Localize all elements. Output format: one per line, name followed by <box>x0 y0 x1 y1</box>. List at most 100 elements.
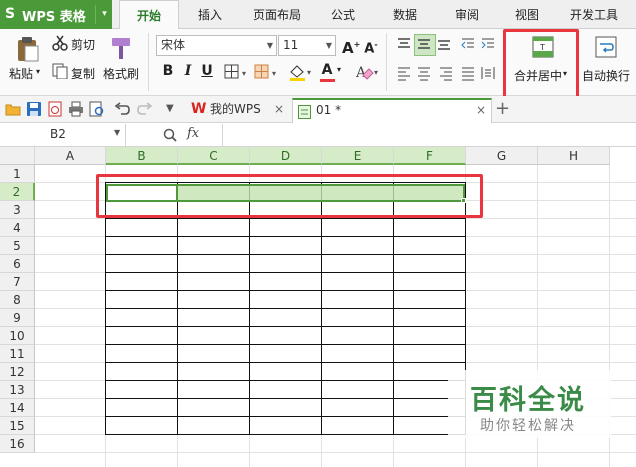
open-folder-icon[interactable] <box>5 101 21 117</box>
tab-formula[interactable]: 公式 <box>326 0 360 29</box>
increase-font-icon[interactable]: A+ <box>342 36 360 57</box>
print-preview-icon[interactable] <box>89 101 105 117</box>
close-icon[interactable]: × <box>274 98 284 121</box>
align-bottom-icon[interactable] <box>436 36 452 52</box>
fx-icon[interactable]: fx <box>187 126 199 141</box>
row-header-11[interactable]: 11 <box>0 345 35 363</box>
decrease-indent-icon[interactable] <box>460 36 476 52</box>
align-middle-icon[interactable] <box>414 34 436 56</box>
chevron-down-icon[interactable]: ▼ <box>114 128 120 137</box>
justify-icon[interactable] <box>460 65 476 81</box>
column-header-b[interactable]: B <box>106 147 178 165</box>
column-header-h[interactable]: H <box>538 147 610 165</box>
copy-button[interactable]: 复制 <box>71 65 95 82</box>
name-box[interactable]: B2 ▼ <box>0 124 126 146</box>
cell-style-icon[interactable]: ▾ <box>254 64 282 80</box>
row-header-5[interactable]: 5 <box>0 237 35 255</box>
doc-tab-label: 我的WPS <box>210 102 261 116</box>
tab-page-layout[interactable]: 页面布局 <box>246 0 308 29</box>
svg-text:▾: ▾ <box>242 69 246 78</box>
row-header-4[interactable]: 4 <box>0 219 35 237</box>
row-header-13[interactable]: 13 <box>0 381 35 399</box>
customize-toolbar-icon[interactable]: ▼ <box>166 101 182 117</box>
chevron-down-icon[interactable]: ▾ <box>337 65 341 74</box>
export-pdf-icon[interactable] <box>47 101 63 117</box>
app-menu-button[interactable]: S WPS 表格 ▾ <box>0 0 112 29</box>
align-top-icon[interactable] <box>396 36 412 52</box>
row-header-10[interactable]: 10 <box>0 327 35 345</box>
wrap-text-button[interactable]: 自动换行 <box>582 67 630 84</box>
row-header-14[interactable]: 14 <box>0 399 35 417</box>
doc-tab-mywps[interactable]: W 我的WPS × <box>186 98 290 122</box>
decrease-font-icon[interactable]: A- <box>362 36 380 56</box>
font-name-select[interactable]: 宋体 ▼ <box>156 35 277 56</box>
tab-insert[interactable]: 插入 <box>190 0 230 29</box>
increase-indent-icon[interactable] <box>480 36 496 52</box>
tab-home[interactable]: 开始 <box>119 0 179 31</box>
fill-color-icon[interactable]: ▾ <box>288 63 316 81</box>
row-header-6[interactable]: 6 <box>0 255 35 273</box>
border-icon[interactable]: ▾ <box>224 64 252 80</box>
select-all-corner[interactable] <box>0 147 35 165</box>
row-header-3[interactable]: 3 <box>0 201 35 219</box>
format-painter-button[interactable]: 格式刷 <box>103 65 139 82</box>
format-painter-icon[interactable] <box>110 35 134 61</box>
save-icon[interactable] <box>26 101 42 117</box>
ribbon-divider <box>386 33 387 91</box>
ribbon-divider <box>148 33 149 91</box>
font-size-select[interactable]: 11 ▼ <box>278 35 336 56</box>
cut-button[interactable]: 剪切 <box>71 36 95 53</box>
row-header-16[interactable]: 16 <box>0 435 35 453</box>
column-header-d[interactable]: D <box>250 147 322 165</box>
column-header-f[interactable]: F <box>394 147 466 165</box>
close-icon[interactable]: × <box>476 99 486 122</box>
table-border-h <box>106 326 466 327</box>
row-header-1[interactable]: 1 <box>0 165 35 183</box>
align-right-icon[interactable] <box>438 65 454 81</box>
undo-icon[interactable] <box>114 101 130 117</box>
wrap-text-icon[interactable] <box>595 36 617 58</box>
row-header-15[interactable]: 15 <box>0 417 35 435</box>
column-header-c[interactable]: C <box>178 147 250 165</box>
chevron-down-icon[interactable]: ▾ <box>95 5 113 24</box>
menu-bar: S WPS 表格 ▾ 开始 插入 页面布局 公式 数据 审阅 视图 开发工具 <box>0 0 636 31</box>
highlight-box-merge <box>503 29 579 101</box>
font-color-button[interactable]: A <box>318 61 336 79</box>
column-header-a[interactable]: A <box>35 147 106 165</box>
zoom-search-icon[interactable] <box>162 127 178 143</box>
column-header-g[interactable]: G <box>466 147 538 165</box>
paste-icon[interactable] <box>15 36 39 62</box>
paste-button[interactable]: 粘贴 <box>9 65 33 82</box>
distributed-align-icon[interactable] <box>480 65 496 81</box>
align-left-icon[interactable] <box>396 65 412 81</box>
row-header-8[interactable]: 8 <box>0 291 35 309</box>
scissors-icon[interactable] <box>52 35 68 51</box>
paste-dropdown-icon[interactable]: ▾ <box>36 67 40 76</box>
wps-logo-icon: S <box>5 6 16 22</box>
doc-tab-01[interactable]: 01 * × <box>292 98 492 124</box>
italic-button[interactable]: I <box>179 62 197 80</box>
clear-format-icon[interactable]: A ▾ <box>355 63 381 81</box>
redo-icon[interactable] <box>137 101 153 117</box>
underline-button[interactable]: U <box>198 62 216 80</box>
tab-data[interactable]: 数据 <box>388 0 422 29</box>
row-header-12[interactable]: 12 <box>0 363 35 381</box>
copy-icon[interactable] <box>52 63 68 80</box>
row-header-9[interactable]: 9 <box>0 309 35 327</box>
row-header-2[interactable]: 2 <box>0 183 35 201</box>
tab-developer[interactable]: 开发工具 <box>566 0 622 29</box>
watermark-logo: 百科全说 助你轻松解决 <box>448 370 611 438</box>
row-header-7[interactable]: 7 <box>0 273 35 291</box>
print-icon[interactable] <box>68 101 84 117</box>
bold-button[interactable]: B <box>159 62 177 80</box>
formula-input[interactable] <box>222 124 636 146</box>
align-center-icon[interactable] <box>416 65 432 81</box>
watermark-title: 百科全说 <box>470 385 586 416</box>
row-gridline <box>35 452 636 453</box>
column-header-e[interactable]: E <box>322 147 394 165</box>
tab-review[interactable]: 审阅 <box>450 0 484 29</box>
new-tab-button[interactable]: + <box>495 96 513 120</box>
tab-view[interactable]: 视图 <box>510 0 544 29</box>
table-border-h <box>106 380 466 381</box>
table-border-v <box>249 182 250 435</box>
